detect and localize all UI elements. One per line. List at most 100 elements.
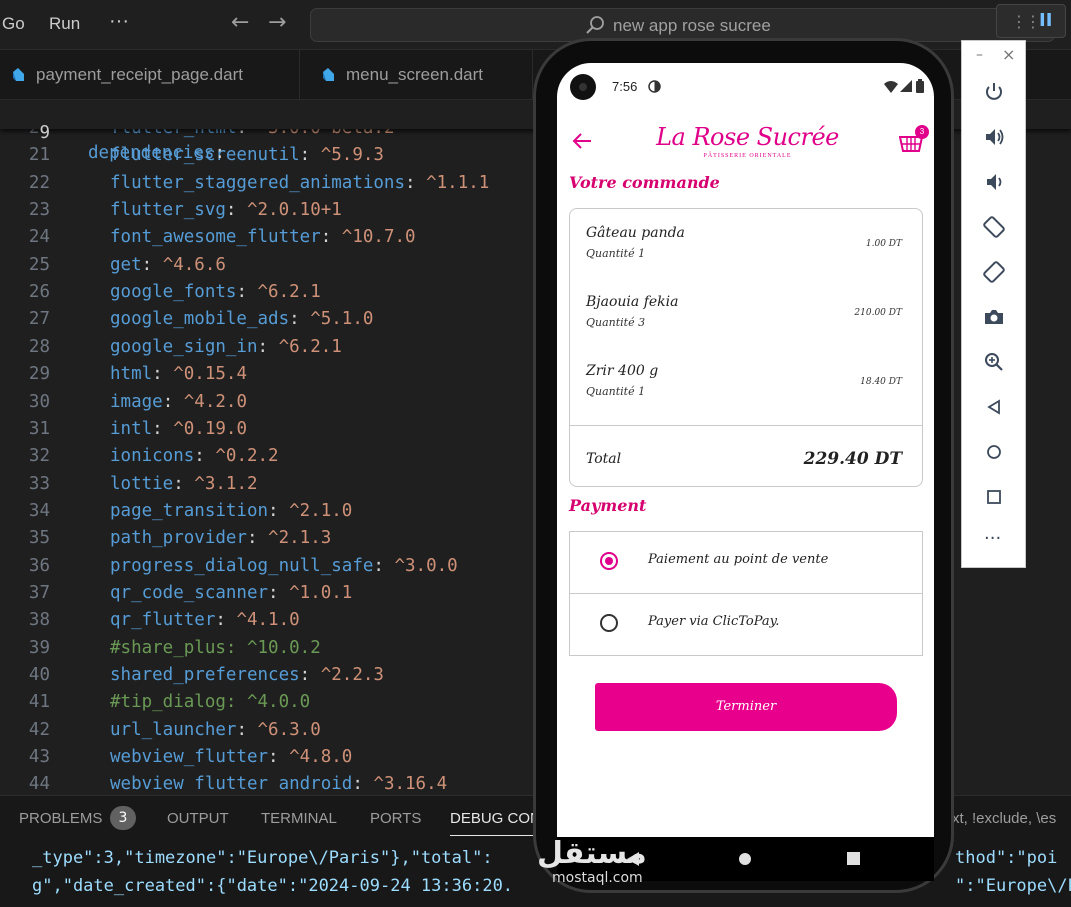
more-icon[interactable]: ··· bbox=[984, 528, 1001, 549]
nav-recents-icon[interactable] bbox=[847, 852, 860, 865]
menu-go[interactable]: Go bbox=[2, 14, 25, 34]
line-number: 24 bbox=[28, 227, 50, 248]
nav-home-icon[interactable] bbox=[738, 852, 752, 866]
pause-icon[interactable]: II bbox=[1039, 10, 1052, 31]
payment-option-clictopay[interactable]: Payer via ClicToPay. bbox=[569, 593, 923, 656]
minimize-icon[interactable]: – bbox=[976, 47, 983, 63]
cart-count-badge: 3 bbox=[915, 125, 929, 139]
tab-ports[interactable]: PORTS bbox=[370, 810, 421, 827]
tab-menu-screen[interactable]: menu_screen.dart bbox=[300, 50, 533, 100]
console-filter-input[interactable]: xt, !exclude, \es bbox=[952, 810, 1056, 827]
order-summary-card: Gâteau panda Quantité 1 1.00 DT Bjaouia … bbox=[569, 208, 923, 487]
dependency-version: ^4.8.0 bbox=[289, 747, 353, 768]
payment-section-title: Payment bbox=[569, 496, 647, 515]
debug-toolbar: ⋮⋮ II bbox=[996, 4, 1066, 38]
command-center-search[interactable]: new app rose sucree bbox=[310, 8, 1055, 42]
line-number: 35 bbox=[28, 528, 50, 549]
dependency-name: path_provider bbox=[110, 528, 247, 549]
payment-option-on-site[interactable]: Paiement au point de vente bbox=[569, 531, 923, 594]
order-item-name: Zrir 400 g bbox=[586, 363, 659, 379]
phone-screen: 7:56 La Rose Sucrée PÂTISSERIE ORIENTALE… bbox=[557, 63, 934, 837]
forward-arrow-icon[interactable]: → bbox=[268, 10, 286, 35]
line-number: 9 bbox=[39, 123, 50, 143]
brand-logo-subtitle: PÂTISSERIE ORIENTALE bbox=[703, 153, 792, 159]
order-item-price: 18.40 DT bbox=[860, 377, 902, 387]
dependency-version: ^2.1.3 bbox=[268, 528, 332, 549]
signal-icon bbox=[900, 80, 912, 92]
dependency-version: ^2.0.10+1 bbox=[246, 200, 342, 221]
finish-button[interactable]: Terminer bbox=[595, 683, 897, 731]
tab-debug-console[interactable]: DEBUG CON bbox=[450, 810, 541, 836]
console-output-line: thod":"poi bbox=[955, 848, 1058, 868]
radio-unselected[interactable] bbox=[600, 614, 618, 632]
drag-handle-icon[interactable]: ⋮⋮ bbox=[1011, 12, 1041, 31]
dependency-name: intl bbox=[110, 418, 153, 439]
back-triangle-icon[interactable] bbox=[980, 393, 1008, 421]
phone-emulator: 7:56 La Rose Sucrée PÂTISSERIE ORIENTALE… bbox=[533, 38, 954, 893]
battery-icon bbox=[916, 79, 924, 93]
sync-icon bbox=[648, 80, 661, 93]
menu-more-icon[interactable]: ··· bbox=[109, 10, 129, 33]
total-value: 229.40 DT bbox=[803, 449, 902, 469]
volume-down-icon[interactable] bbox=[980, 168, 1008, 196]
tab-terminal[interactable]: TERMINAL bbox=[261, 810, 337, 827]
dependency-version: ^4.2.0 bbox=[183, 391, 247, 412]
order-section-title: Votre commande bbox=[569, 173, 720, 192]
dependency-name: page_transition bbox=[110, 500, 269, 521]
dependency-version: ^3.16.4 bbox=[373, 774, 448, 791]
dependency-name: shared_preferences bbox=[110, 665, 300, 685]
tab-output[interactable]: OUTPUT bbox=[167, 810, 229, 827]
status-bar: 7:56 bbox=[557, 63, 934, 113]
search-icon bbox=[586, 16, 604, 34]
console-output-line: ":"Europe\/P bbox=[955, 876, 1071, 896]
tab-problems[interactable]: PROBLEMS bbox=[19, 810, 102, 827]
dependency-version: ^10.0.2 bbox=[246, 637, 321, 658]
tab-payment-receipt-page[interactable]: payment_receipt_page.dart bbox=[0, 50, 300, 100]
rotate-right-icon[interactable] bbox=[980, 258, 1008, 286]
dependency-name: image bbox=[110, 391, 163, 412]
card-divider bbox=[570, 425, 922, 426]
volume-up-icon[interactable] bbox=[980, 123, 1008, 151]
line-number: 32 bbox=[28, 446, 50, 467]
console-output-line: g","date_created":{"date":"2024-09-24 13… bbox=[32, 876, 514, 896]
line-number: 25 bbox=[28, 254, 50, 275]
emulator-controls: – × ··· bbox=[961, 40, 1026, 568]
dependency-name: google_fonts bbox=[110, 282, 237, 303]
power-icon[interactable] bbox=[980, 78, 1008, 106]
problems-count-badge: 3 bbox=[110, 806, 136, 830]
search-text: new app rose sucree bbox=[613, 16, 771, 35]
status-time: 7:56 bbox=[612, 79, 638, 94]
dependency-name: #tip_dialog bbox=[110, 692, 226, 713]
close-icon[interactable]: × bbox=[1002, 45, 1015, 64]
console-output-line: _type":3,"timezone":"Europe\/Paris"},"to… bbox=[32, 848, 493, 868]
dependency-name: qr_code_scanner bbox=[110, 582, 269, 603]
camera-icon[interactable] bbox=[980, 303, 1008, 331]
watermark-logo: مستقل bbox=[537, 836, 647, 871]
dependency-version: ^5.9.3 bbox=[320, 145, 384, 166]
dependency-name: ionicons bbox=[110, 446, 195, 467]
dependency-name: flutter_staggered_animations bbox=[110, 172, 406, 193]
total-label: Total bbox=[586, 451, 622, 467]
front-camera bbox=[570, 74, 596, 100]
menu-run[interactable]: Run bbox=[49, 14, 80, 34]
radio-selected[interactable] bbox=[600, 552, 618, 570]
dependency-version: ^0.19.0 bbox=[173, 418, 247, 439]
rotate-left-icon[interactable] bbox=[980, 213, 1008, 241]
dart-file-icon bbox=[323, 68, 334, 81]
dependency-version: ^3.1.2 bbox=[194, 473, 258, 494]
dependency-version: ^0.15.4 bbox=[173, 364, 247, 385]
dependency-name: html bbox=[110, 364, 153, 385]
order-item-name: Gâteau panda bbox=[586, 225, 685, 241]
line-number: 36 bbox=[28, 555, 50, 576]
zoom-icon[interactable] bbox=[980, 348, 1008, 376]
app-header: La Rose Sucrée PÂTISSERIE ORIENTALE 3 bbox=[557, 113, 934, 173]
dependency-version: ^0.2.2 bbox=[215, 446, 279, 467]
back-arrow-icon[interactable]: ← bbox=[231, 10, 249, 35]
overview-square-icon[interactable] bbox=[980, 483, 1008, 511]
line-number: 43 bbox=[28, 747, 50, 768]
dependency-version: ^1.1.1 bbox=[426, 172, 490, 193]
home-circle-icon[interactable] bbox=[980, 438, 1008, 466]
tab-label: menu_screen.dart bbox=[346, 65, 484, 84]
cart-button[interactable]: 3 bbox=[899, 125, 929, 153]
back-arrow-icon[interactable] bbox=[572, 133, 592, 149]
